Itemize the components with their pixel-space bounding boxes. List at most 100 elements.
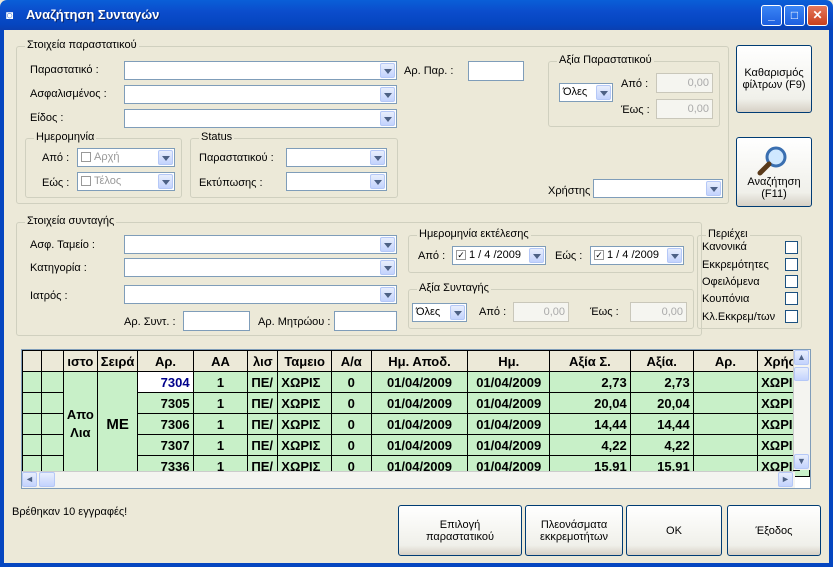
- status-ektyposis-combo[interactable]: [286, 172, 387, 191]
- exec-apo-combo[interactable]: ✓ 1 / 4 /2009: [452, 246, 546, 265]
- chevron-down-icon[interactable]: [380, 63, 395, 78]
- axia-apo-input[interactable]: 0,00: [656, 73, 713, 93]
- cell-aa[interactable]: 1: [192, 392, 249, 414]
- results-grid[interactable]: ιστο Σειρά Αρ. ΑΑ λισ Ταμειο Α/α Ημ. Απο…: [21, 349, 811, 489]
- column-header[interactable]: Αξία Σ.: [549, 350, 631, 372]
- status-parastatikou-combo[interactable]: [286, 148, 387, 167]
- cell-im[interactable]: 01/04/2009: [467, 371, 551, 393]
- checkbox-icon[interactable]: [81, 152, 91, 163]
- cell-im-apod[interactable]: 01/04/2009: [370, 371, 469, 393]
- vertical-scrollbar[interactable]: ▲ ▼: [793, 350, 810, 470]
- column-header[interactable]: Ημ. Αποδ.: [370, 350, 469, 372]
- cell-aa[interactable]: 1: [192, 371, 249, 393]
- ofeilomena-checkbox[interactable]: [785, 275, 798, 288]
- cell-aa2[interactable]: 0: [331, 434, 372, 456]
- eidos-combo[interactable]: [124, 109, 397, 128]
- synt-eos-input[interactable]: 0,00: [630, 302, 687, 322]
- column-header[interactable]: λισ: [247, 350, 279, 372]
- chevron-down-icon[interactable]: [380, 87, 395, 102]
- chevron-down-icon[interactable]: [380, 237, 395, 252]
- cell-ar[interactable]: 7306: [137, 413, 194, 435]
- kl-ekkrem-checkbox[interactable]: [785, 310, 798, 323]
- cell-aa[interactable]: 1: [192, 413, 249, 435]
- maximize-button[interactable]: □: [784, 5, 805, 26]
- cell-axia-s[interactable]: 20,04: [549, 392, 631, 414]
- checkbox-checked-icon[interactable]: ✓: [594, 250, 604, 261]
- ar-par-input[interactable]: [468, 61, 524, 81]
- chevron-down-icon[interactable]: [667, 248, 682, 263]
- cell-ar[interactable]: 7305: [137, 392, 194, 414]
- date-apo-combo[interactable]: Αρχή: [77, 148, 175, 167]
- cell-ar2[interactable]: [692, 434, 759, 456]
- column-header[interactable]: [41, 350, 64, 372]
- chevron-down-icon[interactable]: [158, 150, 173, 165]
- cell-aa2[interactable]: 0: [331, 392, 372, 414]
- kanonika-checkbox[interactable]: [785, 241, 798, 254]
- scroll-right-icon[interactable]: ►: [778, 472, 793, 487]
- cell-lis[interactable]: ΠΕ/: [247, 392, 279, 414]
- chevron-down-icon[interactable]: [370, 174, 385, 189]
- synt-apo-input[interactable]: 0,00: [513, 302, 569, 322]
- scroll-thumb[interactable]: [794, 367, 809, 381]
- column-header[interactable]: Α/α: [331, 350, 372, 372]
- chevron-down-icon[interactable]: [529, 248, 544, 263]
- column-header[interactable]: [22, 350, 43, 372]
- column-header[interactable]: Ταμειο: [277, 350, 333, 372]
- cell-axia[interactable]: 20,04: [629, 392, 694, 414]
- cell-im[interactable]: 01/04/2009: [467, 434, 551, 456]
- column-header[interactable]: Αξία.: [629, 350, 694, 372]
- cell-im[interactable]: 01/04/2009: [467, 392, 551, 414]
- table-row[interactable]: 7305 1 ΠΕ/ ΧΩΡΙΣ 0 01/04/2009 01/04/2009…: [22, 392, 810, 414]
- close-button[interactable]: ✕: [807, 5, 828, 26]
- chevron-down-icon[interactable]: [450, 305, 465, 320]
- cell-axia[interactable]: 14,44: [629, 413, 694, 435]
- tameio-combo[interactable]: [124, 235, 397, 254]
- axia-eos-input[interactable]: 0,00: [656, 99, 713, 119]
- cell-aa2[interactable]: 0: [331, 371, 372, 393]
- xristis-combo[interactable]: [593, 179, 723, 198]
- table-row[interactable]: Απο Λια ΜΕ 7304 1 ΠΕ/ ΧΩΡΙΣ 0 01/04/2009…: [22, 371, 810, 477]
- ar-synt-input[interactable]: [183, 311, 250, 331]
- column-header[interactable]: Σειρά: [96, 350, 139, 372]
- cell-axia-s[interactable]: 2,73: [549, 371, 631, 393]
- cell-axia-s[interactable]: 4,22: [549, 434, 631, 456]
- cell-axia[interactable]: 4,22: [629, 434, 694, 456]
- clear-filters-button[interactable]: Καθαρισμός φίλτρων (F9): [736, 45, 812, 113]
- cell-tameio[interactable]: ΧΩΡΙΣ: [277, 392, 333, 414]
- table-row[interactable]: 7307 1 ΠΕ/ ΧΩΡΙΣ 0 01/04/2009 01/04/2009…: [22, 434, 810, 456]
- search-button[interactable]: Αναζήτηση (F11): [736, 137, 812, 207]
- cell-axia[interactable]: 2,73: [629, 371, 694, 393]
- chevron-down-icon[interactable]: [380, 260, 395, 275]
- chevron-down-icon[interactable]: [158, 174, 173, 189]
- chevron-down-icon[interactable]: [380, 287, 395, 302]
- kouponia-checkbox[interactable]: [785, 292, 798, 305]
- minimize-button[interactable]: _: [761, 5, 782, 26]
- cell-aa2[interactable]: 0: [331, 413, 372, 435]
- cell-tameio[interactable]: ΧΩΡΙΣ: [277, 413, 333, 435]
- cell-ar[interactable]: 7307: [137, 434, 194, 456]
- table-row[interactable]: 7306 1 ΠΕ/ ΧΩΡΙΣ 0 01/04/2009 01/04/2009…: [22, 413, 810, 435]
- axia-syntagis-select[interactable]: Όλες: [412, 303, 467, 322]
- parastatiko-combo[interactable]: [124, 61, 397, 80]
- cell-lis[interactable]: ΠΕ/: [247, 371, 279, 393]
- cell-im-apod[interactable]: 01/04/2009: [370, 392, 469, 414]
- column-header[interactable]: ΑΑ: [192, 350, 249, 372]
- checkbox-icon[interactable]: [81, 176, 91, 187]
- date-eos-combo[interactable]: Τέλος: [77, 172, 175, 191]
- ekkremotites-checkbox[interactable]: [785, 258, 798, 271]
- horizontal-scrollbar[interactable]: ◄ ►: [22, 471, 795, 488]
- cell-ar2[interactable]: [692, 371, 759, 393]
- scroll-down-icon[interactable]: ▼: [794, 454, 809, 469]
- chevron-down-icon[interactable]: [370, 150, 385, 165]
- cell-lis[interactable]: ΠΕ/: [247, 413, 279, 435]
- exec-eos-combo[interactable]: ✓ 1 / 4 /2009: [590, 246, 684, 265]
- pleonasmata-button[interactable]: Πλεονάσματα εκκρεμοτήτων: [525, 505, 623, 556]
- checkbox-checked-icon[interactable]: ✓: [456, 250, 466, 261]
- katigoria-combo[interactable]: [124, 258, 397, 277]
- column-header[interactable]: Αρ.: [137, 350, 194, 372]
- cell-tameio[interactable]: ΧΩΡΙΣ: [277, 434, 333, 456]
- cell-ar[interactable]: 7304: [137, 371, 194, 393]
- cell-tameio[interactable]: ΧΩΡΙΣ: [277, 371, 333, 393]
- scroll-thumb[interactable]: [39, 472, 55, 487]
- cell-lis[interactable]: ΠΕ/: [247, 434, 279, 456]
